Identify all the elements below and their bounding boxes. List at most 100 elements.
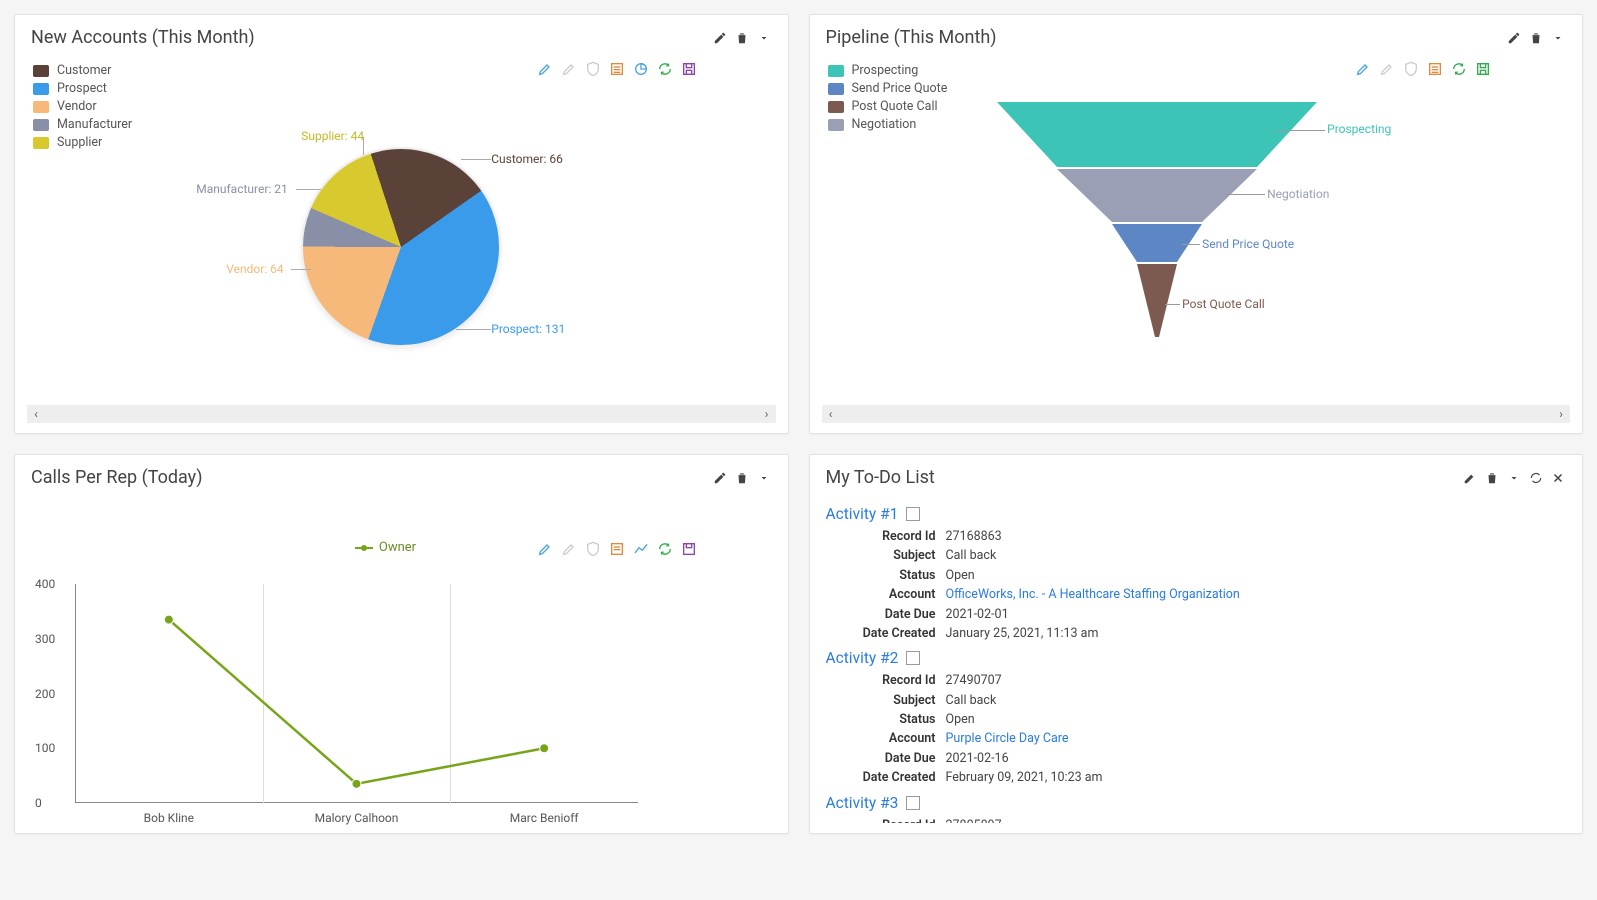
legend-item[interactable]: Vendor (33, 99, 132, 114)
funnel-label-negotiation: Negotiation (1267, 187, 1329, 201)
trash-icon[interactable] (734, 30, 750, 46)
scroll-left-icon[interactable]: ‹ (27, 407, 45, 421)
list-icon[interactable] (608, 60, 626, 78)
field-value: 27805897 (946, 816, 1002, 824)
close-icon[interactable] (1550, 470, 1566, 486)
pen-icon[interactable] (536, 540, 554, 558)
chevron-down-icon[interactable] (756, 470, 772, 486)
activity-link[interactable]: Activity #2 (826, 649, 899, 667)
edit-icon[interactable] (1506, 30, 1522, 46)
activity-checkbox[interactable] (906, 651, 920, 665)
pie-label-supplier: Supplier: 44 (301, 129, 364, 143)
save-icon[interactable] (1474, 60, 1492, 78)
shield-icon (1402, 60, 1420, 78)
field-row: Date CreatedFebruary 09, 2021, 10:23 am (826, 768, 1565, 787)
legend-item[interactable]: Customer (33, 63, 132, 78)
y-tick-label: 400 (35, 577, 55, 591)
field-label: Account (826, 729, 946, 748)
trash-icon[interactable] (734, 470, 750, 486)
legend-item[interactable]: Send Price Quote (828, 81, 948, 96)
legend-swatch (33, 119, 49, 131)
chevron-down-icon[interactable] (756, 30, 772, 46)
edit-icon[interactable] (712, 470, 728, 486)
y-tick-label: 200 (35, 687, 55, 701)
panel-actions (712, 470, 772, 486)
list-icon[interactable] (608, 540, 626, 558)
legend-swatch (828, 101, 844, 113)
chevron-down-icon[interactable] (1550, 30, 1566, 46)
trash-icon[interactable] (1484, 470, 1500, 486)
legend-item[interactable]: Supplier (33, 135, 132, 150)
horizontal-scrollbar[interactable]: ‹ › (822, 405, 1571, 423)
scroll-right-icon[interactable]: › (1552, 407, 1570, 421)
field-value-link[interactable]: OfficeWorks, Inc. - A Healthcare Staffin… (946, 585, 1240, 604)
chevron-down-icon[interactable] (1506, 470, 1522, 486)
field-label: Record Id (826, 816, 946, 824)
funnel-chart: Prospecting Negotiation Send Price Quote… (977, 92, 1337, 352)
activity-heading[interactable]: Activity #1 (826, 505, 921, 523)
refresh-icon[interactable] (1528, 470, 1544, 486)
pie-chart: Customer: 66 Prospect: 131 Vendor: 64 Ma… (301, 147, 501, 347)
activity-link[interactable]: Activity #1 (826, 505, 899, 523)
field-label: Status (826, 566, 946, 585)
activity-link[interactable]: Activity #3 (826, 794, 899, 812)
scroll-right-icon[interactable]: › (758, 407, 776, 421)
field-value-link[interactable]: Purple Circle Day Care (946, 729, 1069, 748)
panel-todo-list: My To-Do List Activity #1Record Id271688… (809, 454, 1584, 834)
field-value: February 09, 2021, 10:23 am (946, 768, 1103, 787)
activity-checkbox[interactable] (906, 796, 920, 810)
x-tick-label: Bob Kline (144, 811, 194, 825)
panel-actions (1462, 470, 1566, 486)
field-row: Date CreatedJanuary 25, 2021, 11:13 am (826, 624, 1565, 643)
refresh-icon[interactable] (656, 60, 674, 78)
field-row: StatusOpen (826, 710, 1565, 729)
pen-icon[interactable] (536, 60, 554, 78)
legend-item[interactable]: Post Quote Call (828, 99, 948, 114)
x-tick-label: Malory Calhoon (315, 811, 399, 825)
field-label: Status (826, 710, 946, 729)
pen-icon[interactable] (1354, 60, 1372, 78)
save-icon[interactable] (680, 540, 698, 558)
activity-checkbox[interactable] (906, 507, 920, 521)
field-row: SubjectCall back (826, 546, 1565, 565)
activity-heading[interactable]: Activity #2 (826, 649, 921, 667)
panel-body: Owner 0100200300400Bob KlineMalory Calho… (15, 494, 788, 833)
refresh-icon[interactable] (656, 540, 674, 558)
legend-label: Supplier (57, 135, 102, 150)
trash-icon[interactable] (1528, 30, 1544, 46)
legend-item[interactable]: Manufacturer (33, 117, 132, 132)
edit-icon[interactable] (1462, 470, 1478, 486)
field-row: StatusOpen (826, 566, 1565, 585)
list-icon[interactable] (1426, 60, 1444, 78)
panel-body: Prospecting Send Price Quote Post Quote Ca… (810, 54, 1583, 405)
horizontal-scrollbar[interactable]: ‹ › (27, 405, 776, 423)
edit-icon[interactable] (712, 30, 728, 46)
save-icon[interactable] (680, 60, 698, 78)
legend-item[interactable]: Prospecting (828, 63, 948, 78)
legend-swatch (33, 65, 49, 77)
todo-scroll-area[interactable]: Activity #1Record Id27168863SubjectCall … (826, 499, 1573, 823)
pie-icon[interactable] (632, 60, 650, 78)
legend-label: Send Price Quote (852, 81, 948, 96)
legend-label: Vendor (57, 99, 97, 114)
refresh-icon[interactable] (1450, 60, 1468, 78)
chart-toolbar (1354, 60, 1492, 78)
panel-header: My To-Do List (810, 455, 1583, 494)
panel-title: My To-Do List (826, 467, 935, 488)
field-value: Open (946, 566, 975, 585)
panel-actions (1506, 30, 1566, 46)
funnel-label-sendquote: Send Price Quote (1202, 237, 1294, 251)
pen-disabled-icon (1378, 60, 1396, 78)
field-row: Record Id27490707 (826, 671, 1565, 690)
line-chart-icon[interactable] (632, 540, 650, 558)
activity-heading[interactable]: Activity #3 (826, 794, 921, 812)
field-label: Account (826, 585, 946, 604)
legend-item[interactable]: Negotiation (828, 117, 948, 132)
funnel-label-postquote: Post Quote Call (1182, 297, 1265, 311)
panel-header: New Accounts (This Month) (15, 15, 788, 54)
legend-label: Manufacturer (57, 117, 132, 132)
panel-header: Calls Per Rep (Today) (15, 455, 788, 494)
line-legend: Owner (355, 540, 416, 555)
legend-item[interactable]: Prospect (33, 81, 132, 96)
scroll-left-icon[interactable]: ‹ (822, 407, 840, 421)
